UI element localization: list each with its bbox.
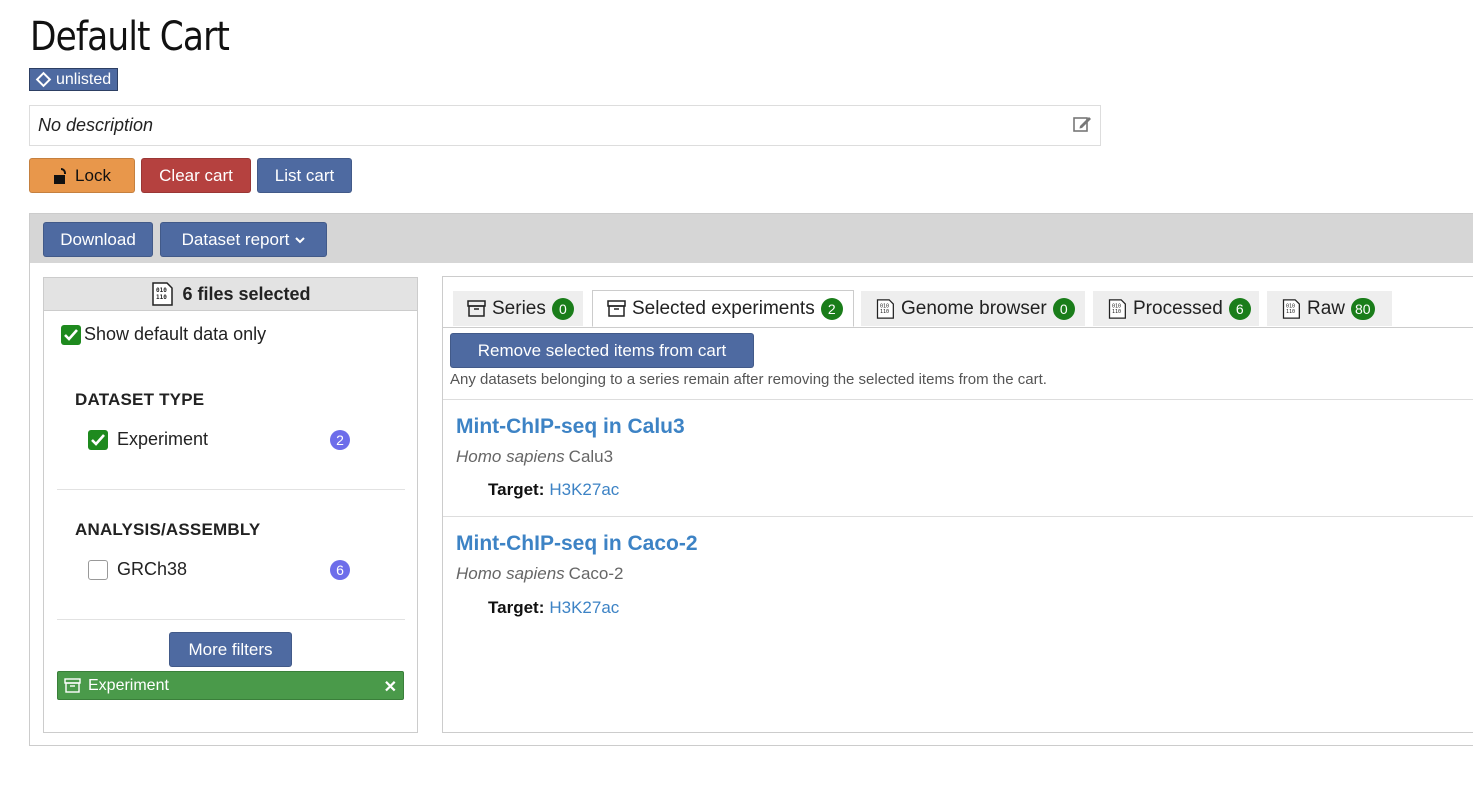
lock-label: Lock bbox=[75, 165, 111, 185]
divider bbox=[57, 489, 405, 490]
divider bbox=[443, 399, 1473, 400]
status-label: unlisted bbox=[56, 70, 112, 88]
result-organism: Homo sapiens Caco-2 bbox=[456, 564, 623, 584]
tab-label: Genome browser bbox=[901, 297, 1047, 319]
description-text: No description bbox=[38, 115, 154, 135]
lock-button[interactable]: Lock bbox=[29, 158, 135, 193]
facet-option-experiment[interactable]: Experiment bbox=[88, 429, 208, 450]
download-button[interactable]: Download bbox=[43, 222, 153, 257]
tab-count-badge: 6 bbox=[1228, 297, 1251, 320]
svg-text:010: 010 bbox=[156, 287, 167, 294]
padlock-icon bbox=[54, 167, 67, 184]
files-selected-label: 6 files selected bbox=[182, 283, 311, 304]
tab-count-badge: 0 bbox=[1052, 297, 1075, 320]
remove-selected-button[interactable]: Remove selected items from cart bbox=[450, 333, 754, 368]
tab-series[interactable]: Series 0 bbox=[453, 291, 583, 326]
cart-panel: Download Dataset report 010 110 6 files s… bbox=[29, 213, 1473, 746]
binary-file-icon: 010110 bbox=[876, 298, 894, 319]
facet-option-label: GRCh38 bbox=[117, 559, 188, 579]
tab-label: Processed bbox=[1133, 297, 1223, 319]
diamond-icon bbox=[35, 71, 52, 88]
result-target: Target: H3K27ac bbox=[488, 480, 619, 500]
close-icon[interactable]: ✕ bbox=[384, 677, 397, 697]
results-panel: Series 0 Selected experiments 2 010 110 G… bbox=[442, 276, 1473, 733]
result-organism: Homo sapiens Calu3 bbox=[456, 447, 613, 467]
tab-label: Selected experiments bbox=[632, 297, 815, 319]
biosample-name: Caco-2 bbox=[568, 564, 624, 583]
target-label: Target: bbox=[488, 598, 545, 617]
tab-bar: Series 0 Selected experiments 2 010 110 G… bbox=[443, 277, 1473, 328]
tab-count-badge: 2 bbox=[820, 297, 843, 320]
facet-option-label: Experiment bbox=[117, 429, 209, 449]
svg-text:110: 110 bbox=[1286, 309, 1295, 315]
tab-count-badge: 0 bbox=[551, 297, 574, 320]
dataset-report-button[interactable]: Dataset report bbox=[160, 222, 327, 257]
binary-file-icon: 010110 bbox=[1282, 298, 1300, 319]
target-link[interactable]: H3K27ac bbox=[549, 480, 619, 499]
organism-name: Homo sapiens bbox=[456, 564, 565, 583]
result-title-link[interactable]: Mint-ChIP-seq in Calu3 bbox=[456, 415, 685, 439]
divider bbox=[57, 619, 405, 620]
checkbox-checked[interactable] bbox=[61, 324, 81, 345]
checkbox-unchecked[interactable] bbox=[88, 559, 108, 580]
target-label: Target: bbox=[488, 480, 545, 499]
clear-cart-button[interactable]: Clear cart bbox=[141, 158, 251, 193]
default-data-toggle[interactable]: Show default data only bbox=[61, 324, 266, 345]
facet-title-analysis: ANALYSIS/ASSEMBLY bbox=[75, 520, 261, 539]
removal-note: Any datasets belonging to a series remai… bbox=[450, 371, 1047, 388]
facet-option-grch38[interactable]: GRCh38 bbox=[88, 559, 187, 580]
tab-label: Raw bbox=[1307, 297, 1346, 319]
binary-file-icon: 010110 bbox=[1108, 298, 1126, 319]
status-badge: unlisted bbox=[29, 68, 119, 91]
tab-raw[interactable]: 010 110 Raw 80 bbox=[1267, 291, 1392, 326]
tab-genome-browser[interactable]: 010 110 Genome browser 0 bbox=[861, 291, 1085, 326]
tab-count-badge: 80 bbox=[1351, 297, 1375, 320]
more-filters-button[interactable]: More filters bbox=[169, 632, 292, 667]
result-target: Target: H3K27ac bbox=[488, 598, 619, 618]
archive-box-icon bbox=[607, 300, 626, 317]
tab-processed[interactable]: 010 110 Processed 6 bbox=[1093, 291, 1259, 326]
chevron-down-icon bbox=[295, 236, 306, 243]
target-link[interactable]: H3K27ac bbox=[549, 598, 619, 617]
default-data-label: Show default data only bbox=[84, 324, 267, 344]
svg-text:110: 110 bbox=[156, 294, 167, 301]
facet-title-dataset-type: DATASET TYPE bbox=[75, 390, 205, 409]
result-title-link[interactable]: Mint-ChIP-seq in Caco-2 bbox=[456, 532, 698, 556]
facet-panel: 010 110 6 files selected Show default dat… bbox=[43, 277, 418, 733]
tab-label: Series bbox=[492, 297, 546, 319]
archive-box-icon bbox=[64, 678, 81, 693]
description-box: No description bbox=[29, 105, 1101, 146]
svg-text:110: 110 bbox=[1112, 309, 1121, 315]
divider bbox=[443, 516, 1473, 517]
active-filter-label: Experiment bbox=[88, 676, 169, 694]
active-filter-chip[interactable]: Experiment ✕ bbox=[57, 671, 404, 700]
cart-toolbar: Download Dataset report bbox=[30, 214, 1473, 263]
tab-selected-experiments[interactable]: Selected experiments 2 bbox=[592, 290, 854, 327]
dataset-report-label: Dataset report bbox=[181, 229, 290, 249]
list-cart-button[interactable]: List cart bbox=[257, 158, 352, 193]
svg-text:110: 110 bbox=[880, 309, 889, 315]
archive-box-icon bbox=[467, 300, 486, 317]
binary-file-icon: 010110 bbox=[152, 282, 174, 306]
organism-name: Homo sapiens bbox=[456, 447, 565, 466]
page-title: Default Cart bbox=[30, 14, 230, 60]
facet-count-badge: 2 bbox=[330, 430, 350, 450]
facet-count-badge: 6 bbox=[330, 560, 350, 580]
checkbox-checked[interactable] bbox=[88, 429, 108, 450]
biosample-name: Calu3 bbox=[568, 447, 614, 466]
edit-icon[interactable] bbox=[1072, 114, 1092, 139]
facets-header: 010 110 6 files selected bbox=[44, 278, 417, 311]
